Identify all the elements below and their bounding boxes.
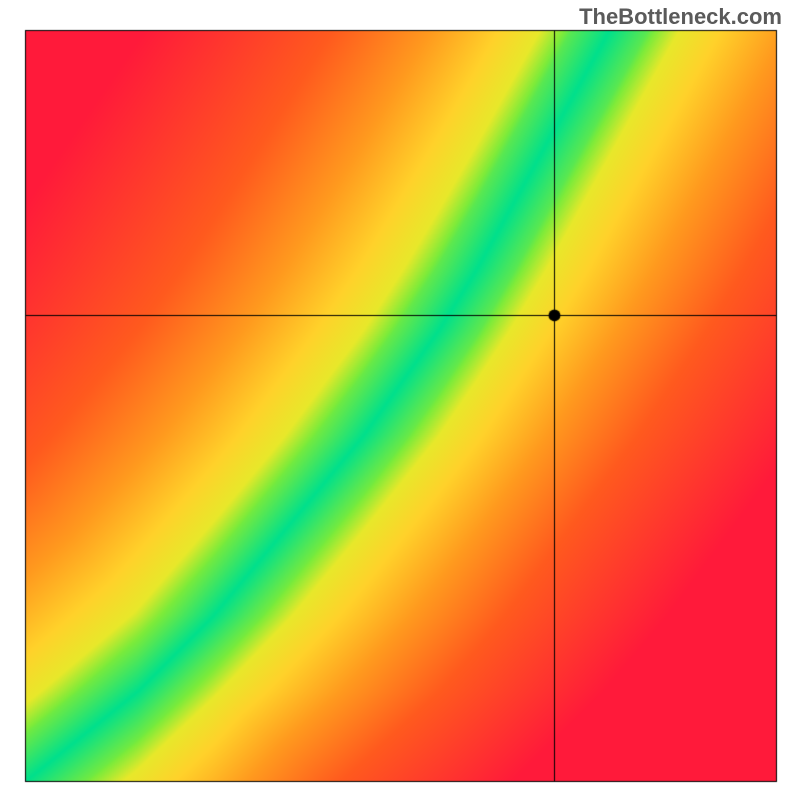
heatmap-canvas	[0, 0, 800, 800]
watermark: TheBottleneck.com	[579, 4, 782, 30]
chart-container: TheBottleneck.com	[0, 0, 800, 800]
